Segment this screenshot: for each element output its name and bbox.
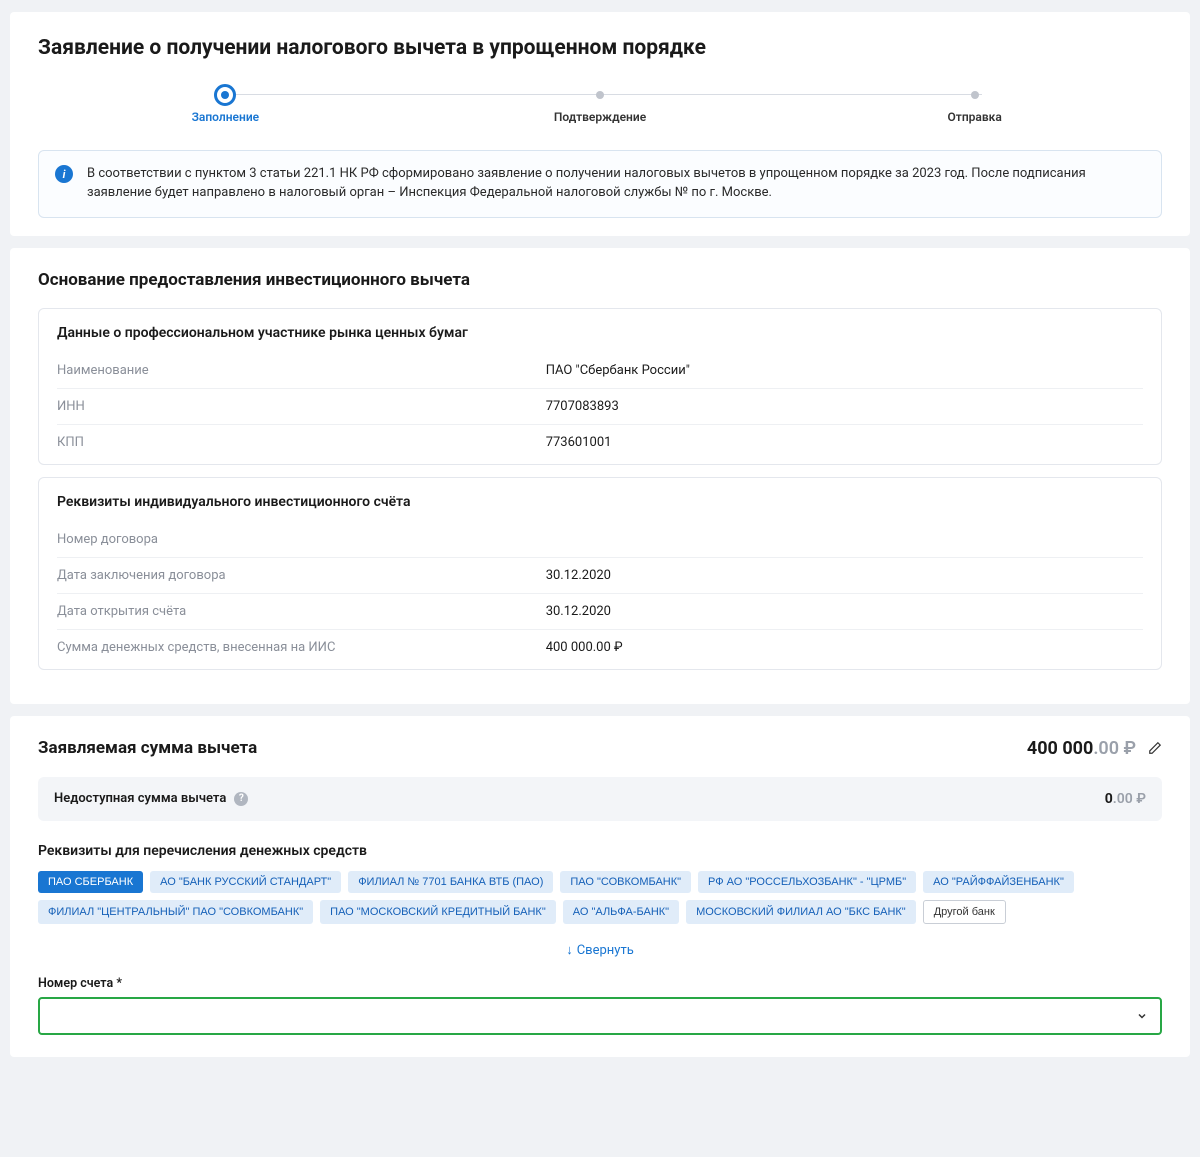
kv-val: 773601001 xyxy=(546,435,1143,450)
basis-title: Основание предоставления инвестиционного… xyxy=(38,270,1162,290)
bank-chip[interactable]: ФИЛИАЛ "ЦЕНТРАЛЬНЫЙ" ПАО "СОВКОМБАНК" xyxy=(38,900,313,924)
table-row: ИНН 7707083893 xyxy=(57,389,1143,425)
edit-icon[interactable] xyxy=(1148,741,1162,755)
help-icon[interactable]: ? xyxy=(234,792,248,806)
step-confirm: Подтверждение xyxy=(413,84,788,124)
stepper: Заполнение Подтверждение Отправка xyxy=(38,84,1162,124)
info-box: i В соответствии с пунктом 3 статьи 221.… xyxy=(38,150,1162,218)
table-row: Наименование ПАО "Сбербанк России" xyxy=(57,353,1143,389)
table-row: Дата открытия счёта 30.12.2020 xyxy=(57,594,1143,630)
transfer-title: Реквизиты для перечисления денежных сред… xyxy=(38,843,1162,859)
table-row: Номер договора xyxy=(57,522,1143,558)
info-icon: i xyxy=(55,165,73,183)
bank-chip[interactable]: АО "РАЙФФАЙЗЕНБАНК" xyxy=(923,871,1074,893)
chevron-down-icon xyxy=(1136,1010,1148,1022)
step-send: Отправка xyxy=(787,84,1162,124)
step-dot xyxy=(596,91,604,99)
basis-section: Основание предоставления инвестиционного… xyxy=(10,248,1190,704)
step-label: Отправка xyxy=(948,110,1002,124)
unavailable-label: Недоступная сумма вычета xyxy=(54,791,226,806)
kv-val: ПАО "Сбербанк России" xyxy=(546,363,1143,378)
claimed-title: Заявляемая сумма вычета xyxy=(38,738,257,758)
table-row: КПП 773601001 xyxy=(57,425,1143,460)
arrow-down-icon: ↓ xyxy=(566,942,573,958)
bank-chip[interactable]: ПАО СБЕРБАНК xyxy=(38,871,143,893)
account-select[interactable] xyxy=(38,997,1162,1035)
iis-box-title: Реквизиты индивидуального инвестиционног… xyxy=(57,494,1143,510)
table-row: Дата заключения договора 30.12.2020 xyxy=(57,558,1143,594)
header-card: Заявление о получении налогового вычета … xyxy=(10,12,1190,236)
step-label: Заполнение xyxy=(192,110,260,124)
table-row: Сумма денежных средств, внесенная на ИИС… xyxy=(57,630,1143,665)
step-fill: Заполнение xyxy=(38,84,413,124)
claimed-amount-row: Заявляемая сумма вычета 400 000.00 ₽ xyxy=(38,738,1162,759)
bank-chip[interactable]: АО "АЛЬФА-БАНК" xyxy=(563,900,679,924)
kv-key: ИНН xyxy=(57,399,546,414)
bank-chip[interactable]: ПАО "СОВКОМБАНК" xyxy=(560,871,691,893)
kv-val: 7707083893 xyxy=(546,399,1143,414)
step-label: Подтверждение xyxy=(554,110,646,124)
kv-key: Дата открытия счёта xyxy=(57,604,546,619)
kv-key: Наименование xyxy=(57,363,546,378)
kv-val: 400 000.00 ₽ xyxy=(546,640,1143,655)
bank-chip-other[interactable]: Другой банк xyxy=(923,900,1006,924)
bank-chip[interactable]: РФ АО "РОССЕЛЬХОЗБАНК" - "ЦРМБ" xyxy=(698,871,916,893)
kv-key: Сумма денежных средств, внесенная на ИИС xyxy=(57,640,546,655)
bank-chip[interactable]: ПАО "МОСКОВСКИЙ КРЕДИТНЫЙ БАНК" xyxy=(320,900,556,924)
broker-box-title: Данные о профессиональном участнике рынк… xyxy=(57,325,1143,341)
account-label: Номер счета * xyxy=(38,976,1162,991)
kv-key: Дата заключения договора xyxy=(57,568,546,583)
kv-key: Номер договора xyxy=(57,532,546,547)
kv-key: КПП xyxy=(57,435,546,450)
bank-chip[interactable]: ФИЛИАЛ № 7701 БАНКА ВТБ (ПАО) xyxy=(348,871,553,893)
collapse-button[interactable]: ↓Свернуть xyxy=(38,934,1162,976)
step-dot-active xyxy=(214,84,236,106)
broker-box: Данные о профессиональном участнике рынк… xyxy=(38,308,1162,465)
unavailable-amount: 0.00 ₽ xyxy=(1105,791,1146,807)
unavailable-box: Недоступная сумма вычета ? 0.00 ₽ xyxy=(38,777,1162,821)
iis-box: Реквизиты индивидуального инвестиционног… xyxy=(38,477,1162,670)
kv-val xyxy=(546,532,1143,547)
bank-chip[interactable]: МОСКОВСКИЙ ФИЛИАЛ АО "БКС БАНК" xyxy=(686,900,916,924)
claimed-section: Заявляемая сумма вычета 400 000.00 ₽ Нед… xyxy=(10,716,1190,1057)
bank-chip[interactable]: АО "БАНК РУССКИЙ СТАНДАРТ" xyxy=(150,871,341,893)
info-text: В соответствии с пунктом 3 статьи 221.1 … xyxy=(87,165,1145,203)
bank-chips: ПАО СБЕРБАНК АО "БАНК РУССКИЙ СТАНДАРТ" … xyxy=(38,871,1162,924)
step-dot xyxy=(971,91,979,99)
claimed-amount: 400 000.00 ₽ xyxy=(1027,738,1136,759)
kv-val: 30.12.2020 xyxy=(546,568,1143,583)
page-title: Заявление о получении налогового вычета … xyxy=(38,36,1162,60)
kv-val: 30.12.2020 xyxy=(546,604,1143,619)
